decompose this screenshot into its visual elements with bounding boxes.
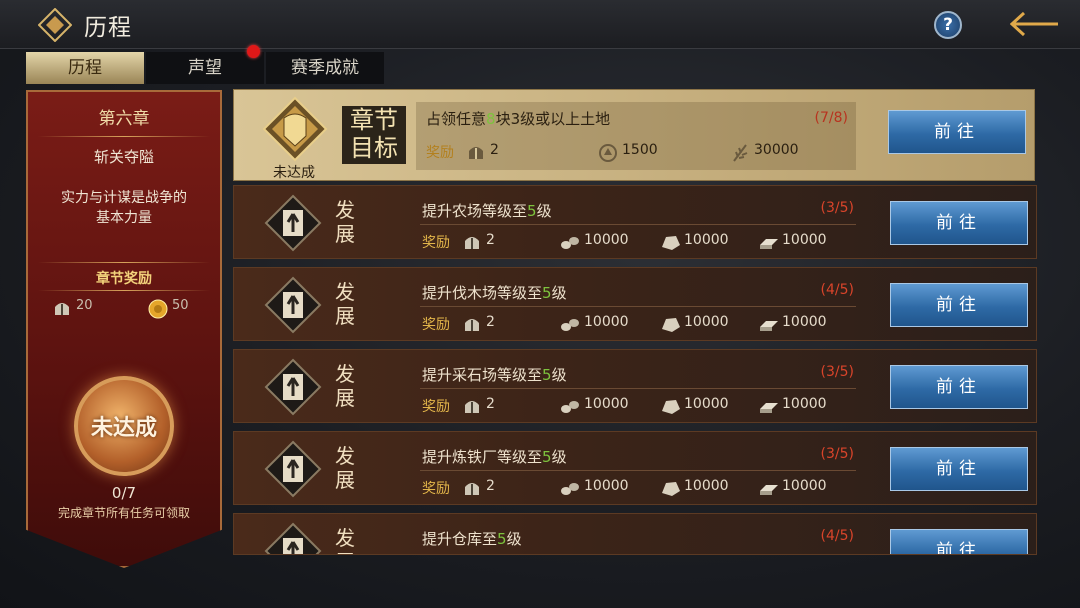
develop-arrow-icon — [264, 440, 322, 498]
helmet-icon — [465, 483, 479, 495]
reward-label: 奖励 — [422, 399, 450, 415]
help-button[interactable]: ? — [934, 11, 962, 39]
task-go-button[interactable]: 前往 — [890, 447, 1028, 491]
task-count: (3/5) — [820, 200, 854, 216]
iron-icon — [760, 321, 778, 331]
task-tag: 发展 — [335, 280, 355, 328]
helmet-icon — [55, 303, 69, 315]
develop-arrow-icon — [264, 358, 322, 416]
header-bar: 历程 ? — [0, 0, 1080, 49]
task-reward-row: 奖励 2 10000 10000 10000 — [422, 396, 827, 415]
chapter-reward-title: 章节奖励 — [96, 271, 152, 287]
task-tag: 发展 — [335, 444, 355, 492]
chapter-goal-card: 未达成 章节 目标 占领任意8块3级或以上土地 (7/8) 奖励 2 1500 3… — [233, 89, 1035, 181]
task-tag: 发展 — [335, 362, 355, 410]
wood-icon — [561, 401, 579, 413]
task-title: 提升农场等级至5级 — [422, 202, 552, 220]
task-reward-row: 奖励 2 10000 10000 10000 — [422, 232, 827, 251]
tab-history[interactable]: 历程 — [26, 52, 144, 84]
chapter-panel: 第六章 斩关夺隘 实力与计谋是战争的 基本力量 章节奖励 20 50 未达成 0… — [26, 90, 222, 568]
iron-icon — [760, 485, 778, 495]
task-count: (3/5) — [820, 364, 854, 380]
task-go-button[interactable]: 前往 — [890, 365, 1028, 409]
helmet-icon — [465, 237, 479, 249]
task-count: (4/5) — [820, 282, 854, 298]
task-go-button[interactable]: 前往 — [890, 201, 1028, 245]
task-go-button[interactable]: 前往 — [890, 283, 1028, 327]
goal-go-button[interactable]: 前往 — [888, 110, 1026, 154]
wood-icon — [561, 483, 579, 495]
task-card: 发展 提升采石场等级至5级 (3/5) 奖励 2 10000 10000 100… — [233, 349, 1037, 423]
task-reward-row: 奖励 2 10000 10000 10000 — [422, 478, 827, 497]
goal-status: 未达成 — [273, 165, 315, 181]
stone-icon — [662, 482, 680, 496]
stone-icon — [662, 400, 680, 414]
task-card: 发展 提升农场等级至5级 (3/5) 奖励 2 10000 10000 1000… — [233, 185, 1037, 259]
task-card: 发展 提升仓库至5级 (4/5) 前往 — [233, 513, 1037, 555]
task-tag: 发展 — [335, 198, 355, 246]
reward-label: 奖励 — [426, 145, 454, 161]
task-title: 提升伐木场等级至5级 — [422, 284, 567, 302]
develop-arrow-icon — [264, 522, 322, 554]
wood-icon — [561, 319, 579, 331]
goal-count: (7/8) — [814, 110, 848, 126]
chapter-name: 第六章 — [98, 109, 150, 129]
stone-icon — [662, 318, 680, 332]
task-count: (3/5) — [820, 446, 854, 462]
divider — [420, 470, 856, 471]
task-card: 发展 提升炼铁厂等级至5级 (3/5) 奖励 2 10000 10000 100… — [233, 431, 1037, 505]
helmet-icon — [465, 319, 479, 331]
page-title: 历程 — [84, 15, 132, 41]
divider — [38, 262, 210, 263]
chapter-subtitle: 斩关夺隘 — [93, 148, 154, 166]
task-title: 提升采石场等级至5级 — [422, 366, 567, 384]
goal-crest-icon — [262, 96, 328, 162]
divider — [420, 306, 856, 307]
helmet-icon — [465, 401, 479, 413]
gold-coin-icon — [148, 299, 168, 319]
goal-text: 占领任意8块3级或以上土地 — [426, 110, 611, 128]
divider — [38, 136, 210, 137]
goal-body: 占领任意8块3级或以上土地 (7/8) 奖励 2 1500 30000 — [416, 102, 856, 170]
chapter-hint: 完成章节所有任务可领取 — [57, 506, 190, 520]
divider — [420, 388, 856, 389]
task-title: 提升仓库至5级 — [422, 530, 522, 548]
divider — [38, 290, 210, 291]
develop-arrow-icon — [264, 276, 322, 334]
task-reward-row: 奖励 2 10000 10000 10000 — [422, 314, 827, 333]
tab-season-achievements[interactable]: 赛季成就 — [266, 52, 384, 84]
reward-label: 奖励 — [422, 481, 450, 497]
iron-icon — [760, 403, 778, 413]
task-title: 提升炼铁厂等级至5级 — [422, 448, 567, 466]
diamond-emblem-icon — [38, 8, 72, 42]
prestige-icon — [599, 144, 617, 162]
goal-tag: 章节 目标 — [342, 106, 406, 164]
helmet-icon — [469, 147, 483, 159]
task-go-button[interactable]: 前往 — [890, 529, 1028, 554]
task-card: 发展 提升伐木场等级至5级 (4/5) 奖励 2 10000 10000 100… — [233, 267, 1037, 341]
chapter-status-medal: 未达成 — [74, 376, 174, 476]
chapter-description: 实力与计谋是战争的 基本力量 — [61, 190, 187, 226]
divider — [420, 224, 856, 225]
chapter-rewards: 20 50 — [52, 298, 202, 320]
wood-icon — [561, 237, 579, 249]
stone-icon — [662, 236, 680, 250]
goal-reward-row: 奖励 2 1500 30000 — [426, 142, 799, 162]
notification-dot — [247, 45, 260, 58]
chapter-progress: 0/7 — [111, 484, 137, 502]
iron-icon — [760, 239, 778, 249]
task-count: (4/5) — [820, 528, 854, 544]
wheat-icon — [733, 144, 748, 162]
task-tag: 发展 — [335, 526, 355, 554]
back-arrow-icon[interactable] — [1010, 9, 1060, 39]
reward-label: 奖励 — [422, 235, 450, 251]
develop-arrow-icon — [264, 194, 322, 252]
tab-prestige[interactable]: 声望 — [146, 52, 264, 84]
reward-label: 奖励 — [422, 317, 450, 333]
